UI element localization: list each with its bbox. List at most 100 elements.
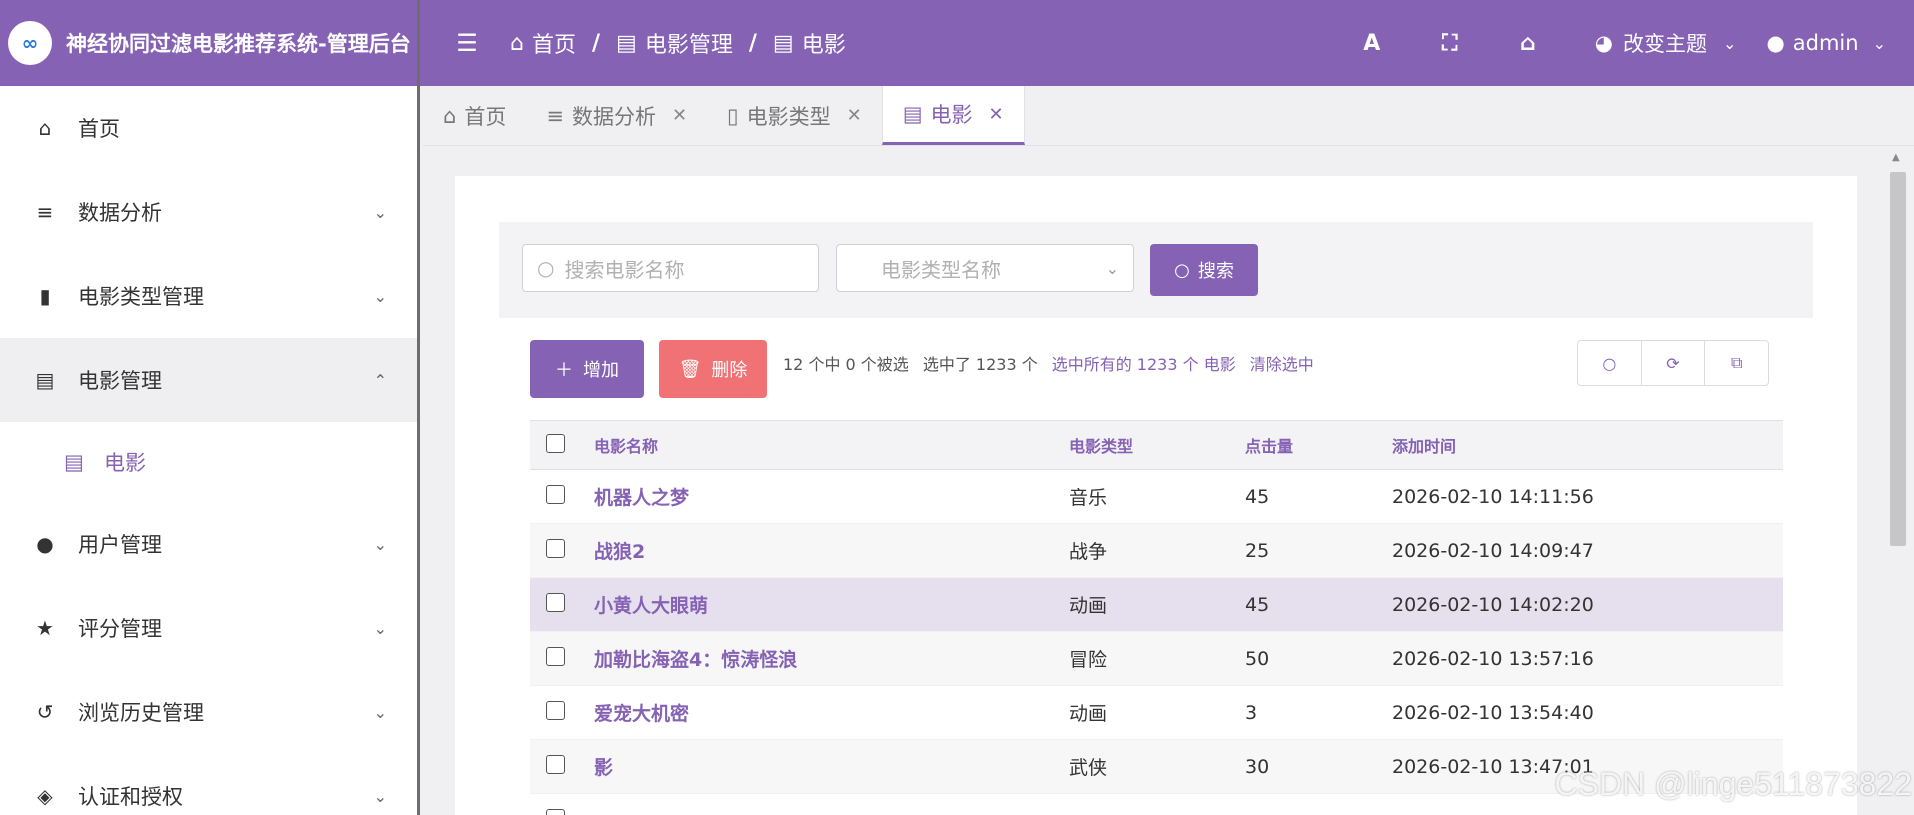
row-checkbox-cell <box>530 646 594 671</box>
select-all-link[interactable]: 选中所有的 1233 个 电影 <box>1052 351 1236 375</box>
movie-name-link[interactable]: 战狼2 <box>594 537 1069 564</box>
movie-name-link[interactable]: 加勒比海盗4：惊涛怪浪 <box>594 645 1069 672</box>
movie-name-link[interactable]: 小黄人大眼萌 <box>594 591 1069 618</box>
table-row: 小黄人大眼萌 动画 45 2026-02-10 14:02:20 <box>530 578 1783 632</box>
sidebar-item-data-analysis[interactable]: ≡ 数据分析 ⌄ <box>0 170 417 254</box>
sidebar-item-label: 电影管理 <box>78 369 162 393</box>
table-row: 战狼2 战争 25 2026-02-10 14:09:47 <box>530 524 1783 578</box>
tab-movie[interactable]: ▤ 电影 ✕ <box>881 86 1025 145</box>
home-icon[interactable]: ⌂ <box>1489 31 1567 56</box>
theme-dropdown[interactable]: ◕ 改变主题 ⌄ <box>1579 28 1767 58</box>
brand[interactable]: ∞ 神经协同过滤电影推荐系统-管理后台 <box>0 0 420 86</box>
movie-type: 音乐 <box>1069 487 1108 509</box>
user-icon: ● <box>1766 31 1785 55</box>
movie-name-link[interactable]: 爱宠大机密 <box>594 699 1069 726</box>
movie-type: 武侠 <box>1069 757 1108 779</box>
vertical-scrollbar[interactable]: ▲ <box>1886 150 1910 815</box>
sidebar-item-history[interactable]: ↺ 浏览历史管理 ⌄ <box>0 670 417 754</box>
tab-data-analysis[interactable]: ≡ 数据分析 ✕ <box>526 86 707 145</box>
breadcrumb-home[interactable]: 首页 <box>532 27 576 59</box>
click-count: 45 <box>1245 485 1270 508</box>
row-checkbox[interactable] <box>546 754 565 774</box>
column-header-time[interactable]: 添加时间 <box>1392 433 1783 457</box>
delete-button[interactable]: 🗑 删除 <box>659 340 767 398</box>
added-time: 2026-02-10 14:11:56 <box>1392 485 1594 508</box>
sidebar-item-users[interactable]: ● 用户管理 ⌄ <box>0 502 417 586</box>
column-header-type[interactable]: 电影类型 <box>1069 433 1245 457</box>
scrollbar-thumb[interactable] <box>1890 172 1906 546</box>
export-icon[interactable]: ⧉ <box>1705 341 1768 385</box>
sidebar-item-movie-management[interactable]: ▤ 电影管理 ⌃ <box>0 338 417 422</box>
row-checkbox-cell <box>530 538 594 563</box>
movie-type: 动画 <box>1069 703 1108 725</box>
header-actions: A ⛶ ⌂ ◕ 改变主题 ⌄ ● admin ⌄ <box>1333 0 1914 86</box>
clear-selection-link[interactable]: 清除选中 <box>1250 351 1314 375</box>
movie-name-link[interactable]: 影 <box>594 753 1069 780</box>
tab-home[interactable]: ⌂ 首页 <box>423 86 526 145</box>
bookmark-icon: ▮ <box>39 284 51 308</box>
film-icon: ▤ <box>902 102 923 126</box>
sidebar-item-home[interactable]: ⌂ 首页 <box>0 86 417 170</box>
close-icon[interactable]: ✕ <box>672 105 687 126</box>
table-tools: ○ ⟳ ⧉ <box>1577 340 1769 386</box>
film-icon: ▤ <box>35 368 55 392</box>
row-checkbox[interactable] <box>546 538 565 558</box>
selected-total: 选中了 1233 个 <box>922 355 1038 374</box>
movie-type-placeholder: 电影类型名称 <box>881 257 1001 282</box>
theme-label: 改变主题 <box>1623 32 1708 56</box>
logo-icon: ∞ <box>8 21 52 65</box>
row-checkbox[interactable] <box>546 484 565 504</box>
column-header-clicks[interactable]: 点击量 <box>1245 433 1392 457</box>
header-checkbox-cell <box>530 433 594 457</box>
delete-button-label: 删除 <box>711 360 748 381</box>
movie-type-select[interactable]: 电影类型名称 ⌄ <box>836 244 1134 292</box>
content-card: ○ 搜索电影名称 电影类型名称 ⌄ ○ 搜索 ＋ 增加 🗑 删除 12 个中 0… <box>455 176 1857 815</box>
search-button-label: 搜索 <box>1197 261 1234 282</box>
chevron-down-icon: ⌄ <box>1872 33 1886 53</box>
table-row: 爱宠大机密 动画 3 2026-02-10 13:54:40 <box>530 686 1783 740</box>
close-icon[interactable]: ✕ <box>847 105 862 126</box>
breadcrumb-separator: / <box>591 30 601 56</box>
added-time: 2026-02-10 13:54:40 <box>1392 701 1594 724</box>
scroll-up-icon[interactable]: ▲ <box>1892 152 1900 163</box>
menu-toggle-icon[interactable]: ☰ <box>454 29 480 57</box>
palette-icon: ◕ <box>1594 31 1614 55</box>
sidebar-item-movie-type[interactable]: ▮ 电影类型管理 ⌄ <box>0 254 417 338</box>
sidebar-subitem-movie[interactable]: ▤ 电影 <box>0 422 417 502</box>
add-button[interactable]: ＋ 增加 <box>530 340 644 398</box>
search-input[interactable]: ○ 搜索电影名称 <box>522 244 819 292</box>
breadcrumb-movie-management[interactable]: 电影管理 <box>645 27 733 59</box>
sidebar-item-auth[interactable]: ◈ 认证和授权 ⌄ <box>0 754 417 815</box>
click-count: 45 <box>1245 593 1270 616</box>
home-icon: ⌂ <box>443 103 457 128</box>
movie-type: 冒险 <box>1069 649 1108 671</box>
sidebar-item-label: 认证和授权 <box>78 785 183 809</box>
search-icon: ○ <box>1174 259 1190 281</box>
add-button-label: 增加 <box>583 360 619 381</box>
column-header-name[interactable]: 电影名称 <box>594 433 1069 457</box>
select-all-checkbox[interactable] <box>546 433 565 453</box>
row-checkbox[interactable] <box>546 646 565 666</box>
fullscreen-icon[interactable]: ⛶ <box>1411 31 1489 56</box>
search-placeholder: 搜索电影名称 <box>564 257 685 282</box>
star-icon: ★ <box>36 616 54 640</box>
row-checkbox[interactable] <box>546 592 565 612</box>
row-checkbox[interactable] <box>546 700 565 720</box>
row-checkbox[interactable] <box>546 808 565 815</box>
font-icon[interactable]: A <box>1333 31 1411 56</box>
click-count: 25 <box>1245 539 1270 562</box>
sidebar-item-label: 数据分析 <box>78 201 162 225</box>
close-icon[interactable]: ✕ <box>989 104 1004 125</box>
refresh-icon[interactable]: ⟳ <box>1642 341 1706 385</box>
sidebar-item-ratings[interactable]: ★ 评分管理 ⌄ <box>0 586 417 670</box>
chevron-down-icon: ⌄ <box>373 534 387 554</box>
home-icon: ⌂ <box>38 116 52 140</box>
added-time: 2026-02-10 14:09:47 <box>1392 539 1594 562</box>
tab-movie-type[interactable]: ▯ 电影类型 ✕ <box>707 86 882 145</box>
film-icon: ▤ <box>616 30 637 56</box>
movie-type: 动画 <box>1069 595 1108 617</box>
movie-name-link[interactable]: 机器人之梦 <box>594 483 1069 510</box>
search-button[interactable]: ○ 搜索 <box>1150 244 1258 296</box>
search-icon[interactable]: ○ <box>1578 341 1642 385</box>
user-menu[interactable]: ● admin ⌄ <box>1766 31 1914 55</box>
